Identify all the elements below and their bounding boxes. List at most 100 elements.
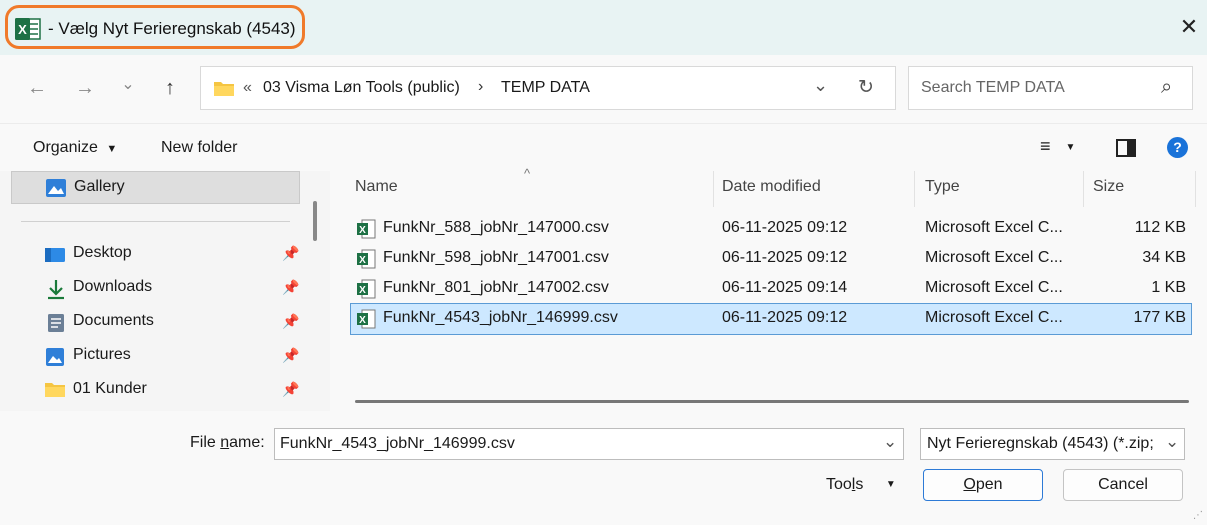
refresh-icon[interactable]: ↻ — [858, 76, 874, 99]
file-size: 34 KB — [1142, 249, 1186, 266]
gallery-icon — [45, 178, 67, 203]
svg-text:X: X — [359, 285, 366, 296]
file-type: Microsoft Excel C... — [925, 279, 1063, 296]
sidebar-item-gallery[interactable]: Gallery — [11, 171, 300, 204]
file-type: Microsoft Excel C... — [925, 249, 1063, 266]
column-header-date-modified[interactable]: Date modified — [722, 178, 821, 196]
file-name: FunkNr_4543_jobNr_146999.csv — [383, 309, 618, 326]
file-date-modified: 06-11-2025 09:12 — [722, 219, 848, 236]
new-folder-button[interactable]: New folder — [161, 139, 237, 157]
column-header-type[interactable]: Type — [925, 178, 960, 196]
sidebar-item-desktop[interactable]: Desktop 📌 — [44, 240, 304, 270]
up-arrow-icon[interactable]: ↑ — [159, 77, 181, 99]
file-row-selected[interactable]: X FunkNr_4543_jobNr_146999.csv 06-11-202… — [350, 303, 1192, 335]
tools-menu-button[interactable]: Tools ▼ — [826, 476, 896, 494]
file-row[interactable]: X FunkNr_801_jobNr_147002.csv 06-11-2025… — [350, 274, 1192, 304]
search-icon[interactable]: ⌕ — [1161, 76, 1172, 99]
file-name: FunkNr_801_jobNr_147002.csv — [383, 279, 609, 296]
back-arrow-icon[interactable]: ← — [26, 77, 48, 99]
file-row[interactable]: X FunkNr_588_jobNr_147000.csv 06-11-2025… — [350, 214, 1192, 244]
sidebar-item-downloads[interactable]: Downloads 📌 — [44, 274, 304, 304]
breadcrumb-item-parent[interactable]: 03 Visma Løn Tools (public) — [263, 79, 460, 97]
file-size: 177 KB — [1133, 309, 1186, 326]
folder-icon — [213, 79, 235, 102]
file-name-value: FunkNr_4543_jobNr_146999.csv — [280, 435, 515, 452]
help-icon[interactable]: ? — [1167, 137, 1188, 158]
file-type: Microsoft Excel C... — [925, 309, 1063, 326]
sidebar-item-label: Documents — [73, 312, 154, 329]
svg-text:X: X — [359, 315, 366, 326]
folder-icon — [44, 381, 66, 404]
caret-down-icon: ▼ — [885, 479, 896, 491]
sidebar-divider — [21, 221, 290, 222]
downloads-icon — [46, 278, 66, 305]
organize-menu-button[interactable]: Organize ▼ — [33, 139, 117, 157]
window-title: - Vælg Nyt Ferieregnskab (4543) — [48, 19, 296, 38]
file-date-modified: 06-11-2025 09:12 — [722, 309, 848, 326]
column-separator[interactable] — [1083, 171, 1084, 207]
documents-icon — [47, 313, 65, 338]
sidebar-item-label: Desktop — [73, 244, 132, 261]
sidebar-item-label: Pictures — [73, 346, 131, 363]
resize-grip-icon[interactable]: ⋰ — [1193, 510, 1203, 521]
csv-file-icon: X — [356, 219, 376, 244]
sort-ascending-icon: ^ — [524, 166, 531, 181]
caret-down-icon: ▼ — [106, 143, 118, 155]
sidebar-item-label: Downloads — [73, 278, 153, 295]
svg-text:X: X — [359, 255, 366, 266]
address-overflow-prefix[interactable]: « — [243, 79, 252, 97]
open-button[interactable]: Open — [923, 469, 1043, 501]
forward-arrow-icon[interactable]: → — [74, 77, 96, 99]
file-name: FunkNr_598_jobNr_147001.csv — [383, 249, 609, 266]
sidebar-item-01-kunder[interactable]: 01 Kunder 📌 — [44, 376, 304, 406]
address-dropdown-chevron-icon[interactable]: ⌄ — [813, 75, 828, 96]
preview-pane-icon[interactable] — [1116, 139, 1136, 162]
pin-icon: 📌 — [282, 245, 300, 261]
organize-label: Organize — [33, 139, 98, 156]
column-header-size[interactable]: Size — [1093, 178, 1124, 196]
column-separator[interactable] — [713, 171, 714, 207]
horizontal-scrollbar[interactable] — [355, 400, 1189, 403]
list-view-icon: ≡ — [1040, 136, 1051, 156]
csv-file-icon: X — [356, 249, 376, 274]
file-name-dropdown-chevron-icon[interactable]: ⌄ — [883, 432, 897, 452]
recent-locations-chevron-icon[interactable]: ⌄ — [117, 74, 139, 96]
file-date-modified: 06-11-2025 09:14 — [722, 279, 848, 296]
sidebar-item-documents[interactable]: Documents 📌 — [44, 308, 304, 338]
cancel-button[interactable]: Cancel — [1063, 469, 1183, 501]
file-type-value: Nyt Ferieregnskab (4543) (*.zip; — [927, 435, 1154, 452]
file-name-input[interactable]: FunkNr_4543_jobNr_146999.csv ⌄ — [274, 428, 904, 460]
close-button[interactable]: ✕ — [1176, 14, 1202, 40]
column-header-name[interactable]: Name — [355, 178, 398, 196]
file-name-label: File name: — [190, 434, 265, 451]
view-options-button[interactable]: ≡ ▼ — [1040, 136, 1075, 157]
breadcrumb-separator-icon[interactable]: › — [478, 78, 483, 96]
excel-icon: X — [14, 17, 42, 41]
file-type-select[interactable]: Nyt Ferieregnskab (4543) (*.zip; ⌄ — [920, 428, 1185, 460]
breadcrumb-item-current[interactable]: TEMP DATA — [501, 79, 590, 97]
file-name: FunkNr_588_jobNr_147000.csv — [383, 219, 609, 236]
svg-text:X: X — [18, 22, 27, 37]
pin-icon: 📌 — [282, 313, 300, 329]
desktop-icon — [44, 246, 66, 269]
pictures-icon — [45, 347, 65, 372]
pin-icon: 📌 — [282, 347, 300, 363]
file-size: 1 KB — [1151, 279, 1186, 296]
sidebar-item-pictures[interactable]: Pictures 📌 — [44, 342, 304, 372]
column-separator — [1195, 171, 1196, 207]
file-type: Microsoft Excel C... — [925, 219, 1063, 236]
search-input[interactable]: Search TEMP DATA ⌕ — [908, 66, 1193, 110]
column-separator[interactable] — [914, 171, 915, 207]
svg-text:X: X — [359, 225, 366, 236]
csv-file-icon: X — [356, 309, 376, 334]
pin-icon: 📌 — [282, 279, 300, 295]
caret-down-icon: ▼ — [1065, 141, 1076, 153]
sidebar-item-label: Gallery — [74, 178, 125, 195]
file-row[interactable]: X FunkNr_598_jobNr_147001.csv 06-11-2025… — [350, 244, 1192, 274]
address-bar[interactable]: « 03 Visma Løn Tools (public) › TEMP DAT… — [200, 66, 896, 110]
file-size: 112 KB — [1134, 219, 1186, 236]
file-type-dropdown-chevron-icon[interactable]: ⌄ — [1165, 432, 1179, 452]
sidebar-scrollbar-thumb[interactable] — [313, 201, 317, 241]
search-placeholder: Search TEMP DATA — [921, 79, 1065, 96]
pin-icon: 📌 — [282, 381, 300, 397]
